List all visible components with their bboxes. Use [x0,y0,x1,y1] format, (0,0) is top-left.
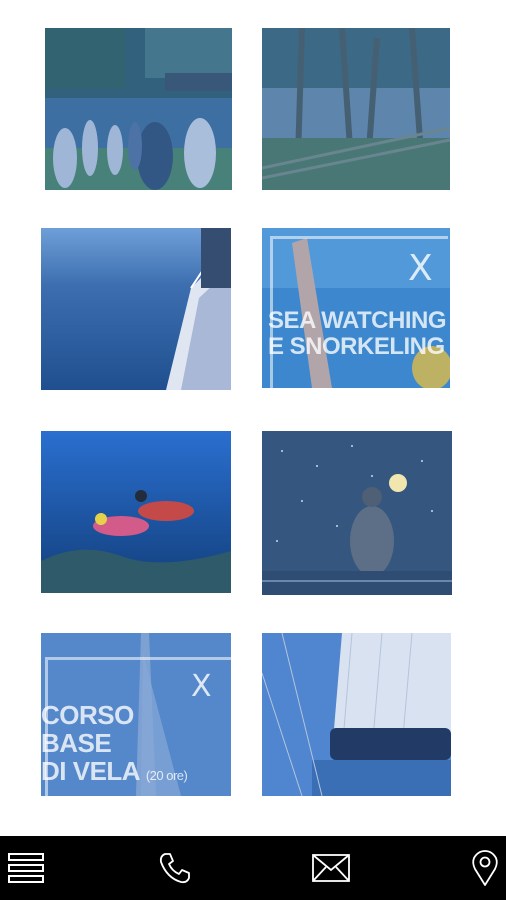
gallery-tile-sailing-course[interactable]: X CORSO BASE DI VELA (20 ore) [41,633,231,796]
close-icon[interactable]: X [408,248,433,289]
mail-icon [312,854,350,882]
night-sky-image [262,431,452,595]
gallery-tile-night-sky-moon[interactable] [262,431,452,595]
call-button[interactable] [150,836,200,900]
sea-watching-caption: SEA WATCHING E SNORKELING [268,307,447,360]
gallery-tile-sea-watching[interactable]: X SEA WATCHING E SNORKELING [262,228,450,388]
gallery-tile-group-visit[interactable] [45,28,232,190]
course-hours: (20 ore) [145,768,188,784]
caption-line-1: SEA WATCHING [268,307,447,334]
group-visit-image [45,28,232,190]
sailboat-hull-image [41,228,231,390]
menu-icon [8,853,44,883]
caption-line-2: BASE [41,728,112,759]
gallery-tile-sail-rigging[interactable] [262,633,451,796]
caption-line-1: CORSO [41,700,134,730]
location-pin-icon [472,850,498,886]
bottom-navigation-bar [0,836,506,900]
caption-line-3: DI VELA (20 ore) [41,756,188,787]
caption-line-2: E SNORKELING [268,332,445,360]
sail-rigging-image [262,633,451,796]
gallery-tile-sailboat-hull[interactable] [41,228,231,390]
menu-button[interactable] [0,836,50,900]
email-button[interactable] [305,836,357,900]
close-icon[interactable]: X [191,669,212,704]
scuba-divers-image [41,431,231,593]
gallery-tile-scuba-divers[interactable] [41,431,231,593]
sailing-course-caption: CORSO BASE DI VELA (20 ore) [41,700,188,787]
phone-icon [159,853,190,884]
location-button[interactable] [464,836,506,900]
pine-forest-image [262,28,450,190]
gallery-tile-pine-forest-path[interactable] [262,28,450,190]
